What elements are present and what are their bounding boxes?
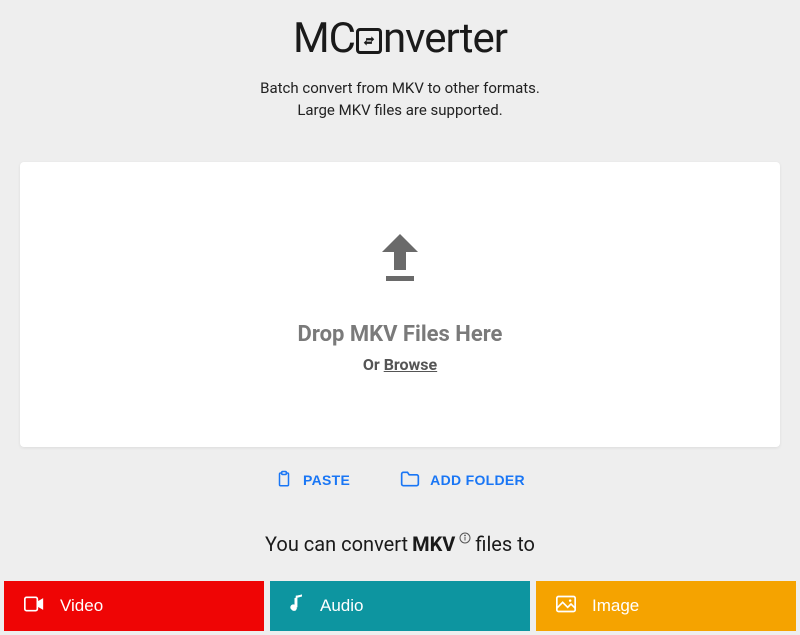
format-tabs: Video Audio Image (0, 581, 800, 635)
paste-button[interactable]: PASTE (275, 469, 350, 492)
paste-label: PASTE (303, 472, 350, 488)
image-icon (556, 595, 576, 618)
convert-format: MKV (412, 532, 455, 556)
convert-prefix: You can convert (265, 532, 408, 556)
folder-icon (400, 470, 420, 491)
logo-suffix: nverter (383, 18, 507, 60)
browse-line: Or Browse (363, 355, 437, 374)
tab-video-label: Video (60, 596, 103, 616)
add-folder-button[interactable]: ADD FOLDER (400, 470, 525, 491)
tab-audio-label: Audio (320, 596, 363, 616)
subtitle-line2: Large MKV files are supported. (260, 100, 540, 122)
upload-icon (378, 234, 422, 286)
tab-video[interactable]: Video (4, 581, 264, 631)
tab-audio[interactable]: Audio (270, 581, 530, 631)
browse-link[interactable]: Browse (384, 355, 437, 374)
add-folder-label: ADD FOLDER (430, 472, 525, 488)
info-icon[interactable] (459, 532, 471, 544)
video-icon (24, 596, 44, 617)
swap-icon (356, 28, 382, 54)
or-text: Or (363, 355, 384, 374)
convert-heading: You can convert MKV files to (265, 532, 535, 556)
tab-image-label: Image (592, 596, 639, 616)
clipboard-icon (275, 469, 293, 492)
drop-title: Drop MKV Files Here (298, 322, 503, 347)
tab-image[interactable]: Image (536, 581, 796, 631)
logo-prefix: MC (293, 18, 355, 60)
subtitle-line1: Batch convert from MKV to other formats. (260, 78, 540, 100)
convert-suffix: files to (475, 532, 535, 556)
logo: MC nverter (293, 18, 507, 60)
subtitle: Batch convert from MKV to other formats.… (260, 78, 540, 122)
file-dropzone[interactable]: Drop MKV Files Here Or Browse (20, 162, 780, 447)
audio-icon (290, 594, 304, 619)
dropzone-actions: PASTE ADD FOLDER (275, 469, 525, 492)
